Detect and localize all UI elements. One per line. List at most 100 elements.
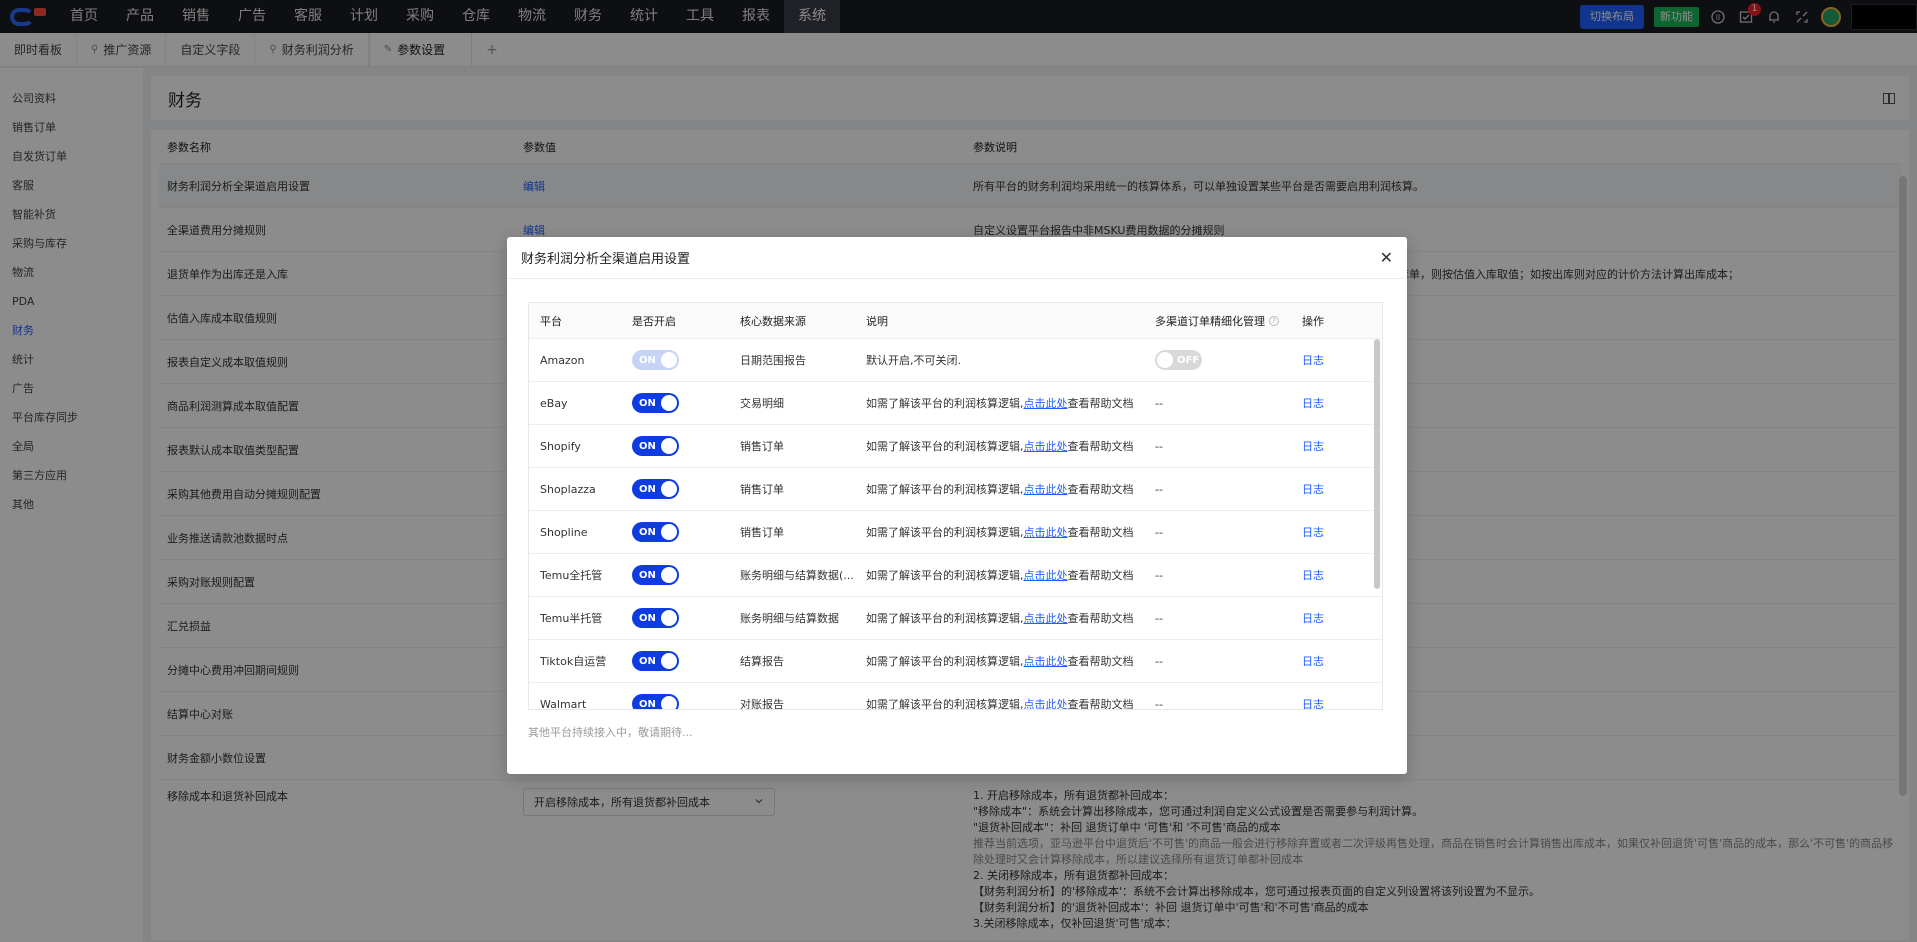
multi-channel-cell: -- <box>1155 526 1302 539</box>
multi-channel-value: -- <box>1155 697 1163 710</box>
action-cell: 日志 <box>1302 481 1362 497</box>
log-link[interactable]: 日志 <box>1302 612 1324 625</box>
multi-channel-cell: -- <box>1155 612 1302 625</box>
enable-toggle[interactable]: ON <box>632 608 679 628</box>
help-doc-link[interactable]: 点击此处 <box>1024 612 1068 625</box>
platform-name: Shopline <box>540 525 588 539</box>
platform-row: Temu全托管 ON 账务明细与结算数据(... 如需了解该平台的利润核算逻辑,点击此… <box>529 554 1382 597</box>
log-link[interactable]: 日志 <box>1302 569 1324 582</box>
note-suffix: 查看帮助文档 <box>1067 440 1134 453</box>
platform-row: Tiktok自运营 ON 结算报告 如需了解该平台的利润核算逻辑,点击此处查看帮助文档… <box>529 640 1382 683</box>
toggle-knob <box>661 481 677 497</box>
help-doc-link[interactable]: 点击此处 <box>1024 483 1068 496</box>
enabled-cell: ON <box>632 393 740 413</box>
data-source: 账务明细与结算数据(... <box>740 569 854 582</box>
col-platform: 平台 <box>540 314 562 328</box>
platform-row: Walmart ON 对账报告 如需了解该平台的利润核算逻辑,点击此处查看帮助文档 --… <box>529 683 1382 710</box>
enable-toggle[interactable]: ON <box>632 522 679 542</box>
modal-title: 财务利润分析全渠道启用设置 <box>521 252 691 267</box>
platform-name: Walmart <box>540 697 587 710</box>
multi-channel-value: -- <box>1155 482 1163 496</box>
note-text: 如需了解该平台的利润核算逻辑, <box>866 397 1024 410</box>
log-link[interactable]: 日志 <box>1302 655 1324 668</box>
toggle-knob <box>661 653 677 669</box>
action-cell: 日志 <box>1302 610 1362 626</box>
multi-channel-value: -- <box>1155 568 1163 582</box>
help-doc-link[interactable]: 点击此处 <box>1024 655 1068 668</box>
multi-channel-cell: -- <box>1155 397 1302 410</box>
multi-channel-value: -- <box>1155 611 1163 625</box>
col-note: 说明 <box>866 314 888 328</box>
enable-toggle[interactable]: ON <box>632 694 679 709</box>
help-doc-link[interactable]: 点击此处 <box>1024 526 1068 539</box>
data-source: 交易明细 <box>740 397 784 410</box>
log-link[interactable]: 日志 <box>1302 440 1324 453</box>
enable-toggle: ON <box>632 350 679 370</box>
toggle-knob <box>661 395 677 411</box>
enable-toggle[interactable]: ON <box>632 565 679 585</box>
data-source: 销售订单 <box>740 440 784 453</box>
note-suffix: 查看帮助文档 <box>1067 483 1134 496</box>
toggle-knob <box>661 438 677 454</box>
toggle-label: ON <box>639 440 656 452</box>
question-icon[interactable]: ? <box>1269 315 1279 326</box>
toggle-label: ON <box>639 397 656 409</box>
data-source: 账务明细与结算数据 <box>740 612 839 625</box>
platform-name: Shopify <box>540 439 581 453</box>
close-icon[interactable]: ✕ <box>1380 248 1393 267</box>
modal-header: 财务利润分析全渠道启用设置 ✕ <box>507 237 1407 279</box>
note-cell: 如需了解该平台的利润核算逻辑,点击此处查看帮助文档 <box>866 696 1155 709</box>
note-suffix: 查看帮助文档 <box>1067 526 1134 539</box>
action-cell: 日志 <box>1302 567 1362 583</box>
enable-toggle[interactable]: ON <box>632 436 679 456</box>
platform-table: 平台 是否开启 核心数据来源 说明 多渠道订单精细化管理 ? 操作 Amazon… <box>528 302 1383 710</box>
multi-channel-cell: -- <box>1155 483 1302 496</box>
platform-row: Temu半托管 ON 账务明细与结算数据 如需了解该平台的利润核算逻辑,点击此处查看帮… <box>529 597 1382 640</box>
note-text: 如需了解该平台的利润核算逻辑, <box>866 526 1024 539</box>
multi-channel-value: -- <box>1155 654 1163 668</box>
note-text: 默认开启,不可关闭. <box>866 354 961 367</box>
action-cell: 日志 <box>1302 438 1362 454</box>
multi-channel-value: -- <box>1155 439 1163 453</box>
note-cell: 如需了解该平台的利润核算逻辑,点击此处查看帮助文档 <box>866 610 1155 626</box>
enable-toggle[interactable]: ON <box>632 479 679 499</box>
enabled-cell: ON <box>632 694 740 709</box>
help-doc-link[interactable]: 点击此处 <box>1024 397 1068 410</box>
note-text: 如需了解该平台的利润核算逻辑, <box>866 569 1024 582</box>
note-cell: 如需了解该平台的利润核算逻辑,点击此处查看帮助文档 <box>866 481 1155 497</box>
multi-channel-cell: -- <box>1155 697 1302 710</box>
platform-table-scrollbar[interactable] <box>1374 339 1380 589</box>
log-link[interactable]: 日志 <box>1302 397 1324 410</box>
note-suffix: 查看帮助文档 <box>1067 569 1134 582</box>
action-cell: 日志 <box>1302 395 1362 411</box>
enable-toggle[interactable]: ON <box>632 393 679 413</box>
enabled-cell: ON <box>632 522 740 542</box>
log-link[interactable]: 日志 <box>1302 526 1324 539</box>
col-action: 操作 <box>1302 314 1324 328</box>
note-cell: 如需了解该平台的利润核算逻辑,点击此处查看帮助文档 <box>866 524 1155 540</box>
enable-toggle[interactable]: ON <box>632 651 679 671</box>
platform-row: eBay ON 交易明细 如需了解该平台的利润核算逻辑,点击此处查看帮助文档 -- 日志 <box>529 382 1382 425</box>
log-link[interactable]: 日志 <box>1302 483 1324 496</box>
help-doc-link[interactable]: 点击此处 <box>1024 569 1068 582</box>
note-text: 如需了解该平台的利润核算逻辑, <box>866 655 1024 668</box>
toggle-label: ON <box>639 354 656 366</box>
multi-channel-toggle[interactable]: OFF <box>1155 350 1202 370</box>
help-doc-link[interactable]: 点击此处 <box>1024 698 1068 709</box>
toggle-label: OFF <box>1177 354 1200 366</box>
log-link[interactable]: 日志 <box>1302 698 1324 709</box>
platform-name: Tiktok自运营 <box>540 655 607 668</box>
toggle-knob <box>661 567 677 583</box>
enabled-cell: ON <box>632 479 740 499</box>
log-link[interactable]: 日志 <box>1302 354 1324 367</box>
data-source: 日期范围报告 <box>740 354 806 367</box>
platform-name: Shoplazza <box>540 482 596 496</box>
col-enabled: 是否开启 <box>632 314 676 328</box>
platform-name: Amazon <box>540 353 585 367</box>
help-doc-link[interactable]: 点击此处 <box>1024 440 1068 453</box>
channel-settings-modal: 财务利润分析全渠道启用设置 ✕ 平台 是否开启 核心数据来源 说明 多渠道订单精… <box>507 237 1407 774</box>
multi-channel-cell: OFF <box>1155 350 1302 370</box>
note-text: 如需了解该平台的利润核算逻辑, <box>866 612 1024 625</box>
data-source: 销售订单 <box>740 483 784 496</box>
toggle-knob <box>661 352 677 368</box>
